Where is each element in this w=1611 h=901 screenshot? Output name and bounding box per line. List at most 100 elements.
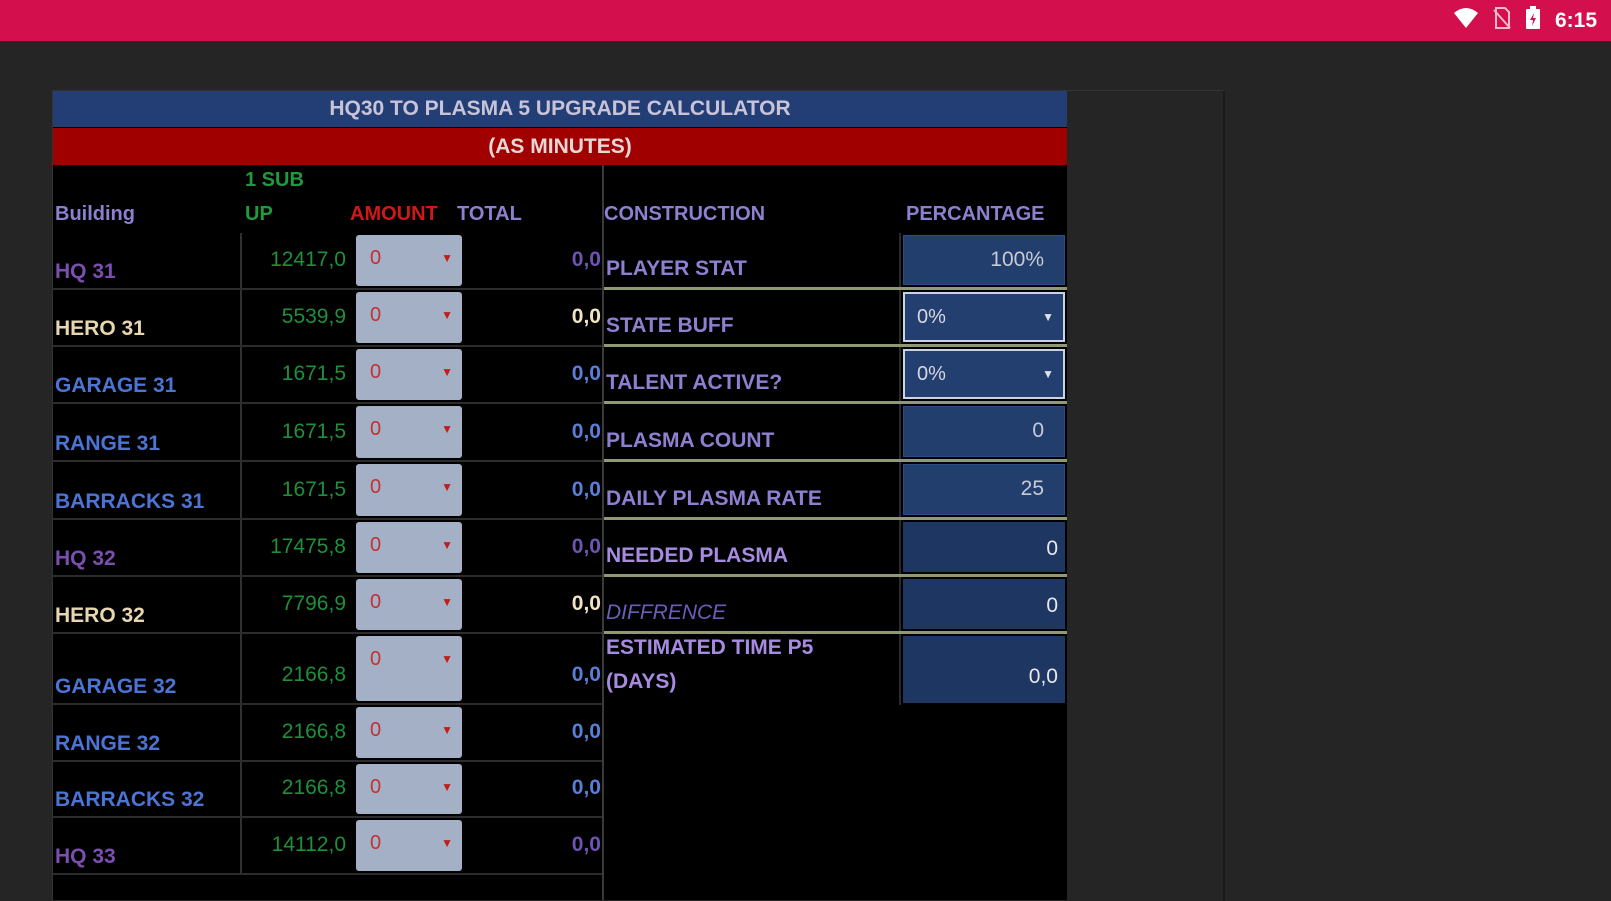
amount-select[interactable]: 0 ▼ [356,522,462,573]
total-value: 0,0 [571,833,601,856]
total-value: 0,0 [571,478,601,501]
sub-up-value: 2166,8 [281,663,346,686]
amount-value: 0 [370,361,382,383]
plasma-count-input[interactable]: 0 [903,406,1065,457]
amount-select[interactable]: 0 ▼ [356,579,462,630]
amount-select[interactable]: 0 ▼ [356,349,462,400]
amount-select[interactable]: 0 ▼ [356,406,462,458]
sub-up-value: 14112,0 [271,833,346,856]
table-row: HERO 31 5539,9 0 ▼ 0,0 [53,290,603,347]
header-amount: AMOUNT [350,203,438,225]
battery-icon [1525,6,1541,35]
dropdown-arrow-icon: ▼ [441,595,453,609]
row-separator [899,520,901,574]
building-name: GARAGE 32 [55,675,177,698]
total-value: 0,0 [571,663,601,686]
row-separator [899,404,901,459]
column-separator [240,818,242,873]
total-value: 0,0 [571,362,601,385]
calculator-sheet: HQ30 TO PLASMA 5 UPGRADE CALCULATOR (AS … [53,91,1067,900]
needed-plasma-output: 0 [903,522,1065,572]
amount-select[interactable]: 0 ▼ [356,636,462,701]
amount-select[interactable]: 0 ▼ [356,464,462,516]
column-separator [240,520,242,575]
total-value: 0,0 [571,420,601,443]
table-row: BARRACKS 31 1671,5 0 ▼ 0,0 [53,462,603,520]
table-row: HQ 33 14112,0 0 ▼ 0,0 [53,818,603,875]
sub-up-value: 17475,8 [270,535,346,558]
dropdown-arrow-icon: ▼ [441,836,453,850]
table-row: RANGE 32 2166,8 0 ▼ 0,0 [53,705,603,762]
table-row: HQ 32 17475,8 0 ▼ 0,0 [53,520,603,577]
estimated-time-output: 0,0 [903,636,1065,703]
amount-value: 0 [370,418,382,440]
status-icons: 6:15 [1453,0,1597,41]
building-name: BARRACKS 32 [55,788,205,811]
sub-up-value: 1671,5 [281,420,346,443]
amount-value: 0 [370,776,382,798]
diffrence-output: 0 [903,579,1065,629]
building-name: HQ 31 [55,260,116,283]
needed-plasma-value: 0 [1046,537,1058,560]
column-separator [240,404,242,460]
player-stat-input[interactable]: 100% [903,235,1065,285]
header-building: Building [55,203,135,225]
daily-plasma-rate-input[interactable]: 25 [903,464,1065,515]
state-buff-label: STATE BUFF [606,314,734,337]
amount-value: 0 [370,648,382,670]
amount-select[interactable]: 0 ▼ [356,292,462,343]
daily-plasma-rate-label: DAILY PLASMA RATE [606,487,822,510]
building-name: HQ 33 [55,845,116,868]
talent-active-row: TALENT ACTIVE? 0% ▼ [604,347,1067,404]
sub-up-value: 12417,0 [270,248,346,271]
dropdown-arrow-icon: ▼ [441,780,453,794]
column-separator [240,577,242,632]
amount-select[interactable]: 0 ▼ [356,235,462,286]
table-row: HQ 31 12417,0 0 ▼ 0,0 [53,233,603,290]
amount-select[interactable]: 0 ▼ [356,820,462,871]
estimated-time-label-line1: ESTIMATED TIME P5 [606,636,814,659]
dropdown-arrow-icon: ▼ [1042,367,1054,381]
row-separator [899,634,901,705]
no-sim-icon [1493,7,1511,34]
table-row: RANGE 31 1671,5 0 ▼ 0,0 [53,404,603,462]
amount-value: 0 [370,719,382,741]
sub-up-value: 2166,8 [281,720,346,743]
sub-up-value: 1671,5 [281,478,346,501]
buildings-panel: Building 1 SUB UP AMOUNT TOTAL HQ 31 1241… [53,165,603,900]
column-separator [240,233,242,288]
sheet-subtitle: (AS MINUTES) [53,128,1067,165]
sub-up-value: 2166,8 [281,776,346,799]
diffrence-label: DIFFRENCE [606,601,727,624]
estimated-time-row: ESTIMATED TIME P5 (DAYS) 0,0 [604,634,1067,705]
row-separator [899,347,901,401]
column-separator [240,705,242,760]
total-value: 0,0 [571,305,601,328]
dropdown-arrow-icon: ▼ [441,365,453,379]
table-row: GARAGE 31 1671,5 0 ▼ 0,0 [53,347,603,404]
status-bar: 6:15 [0,0,1611,41]
dropdown-arrow-icon: ▼ [441,652,453,666]
state-buff-select[interactable]: 0% ▼ [903,292,1065,342]
needed-plasma-row: NEEDED PLASMA 0 [604,520,1067,577]
amount-select[interactable]: 0 ▼ [356,707,462,758]
table-row: BARRACKS 32 2166,8 0 ▼ 0,0 [53,762,603,818]
amount-value: 0 [370,476,382,498]
talent-active-select[interactable]: 0% ▼ [903,349,1065,399]
player-stat-row: PLAYER STAT 100% [604,233,1067,290]
amount-select[interactable]: 0 ▼ [356,764,462,814]
building-name: HERO 32 [55,604,145,627]
total-value: 0,0 [571,535,601,558]
daily-plasma-rate-row: DAILY PLASMA RATE 25 [604,462,1067,520]
talent-active-label: TALENT ACTIVE? [606,371,783,394]
building-name: RANGE 31 [55,432,161,455]
column-separator [240,347,242,402]
daily-plasma-rate-value: 25 [1020,477,1044,500]
building-name: BARRACKS 31 [55,490,205,513]
total-value: 0,0 [571,248,601,271]
plasma-count-row: PLASMA COUNT 0 [604,404,1067,462]
dropdown-arrow-icon: ▼ [441,308,453,322]
state-buff-row: STATE BUFF 0% ▼ [604,290,1067,347]
dropdown-arrow-icon: ▼ [441,723,453,737]
needed-plasma-label: NEEDED PLASMA [606,544,789,567]
